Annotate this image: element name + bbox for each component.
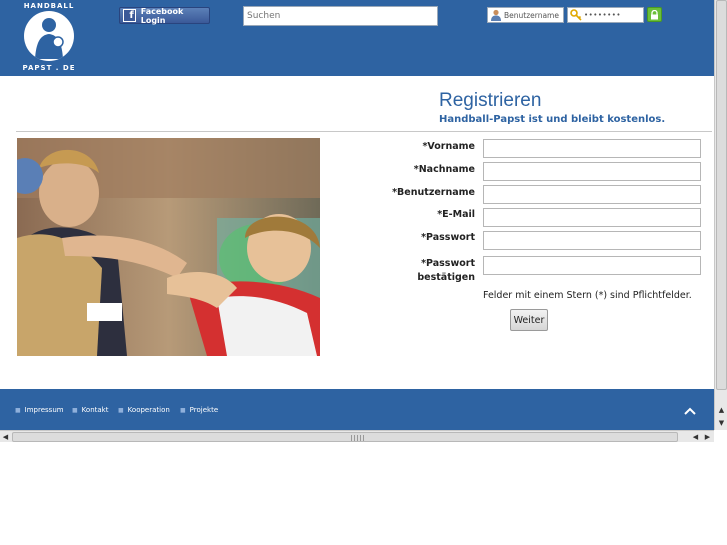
username-field[interactable]: Benutzername xyxy=(487,7,564,23)
site-logo[interactable]: HANDBALL PAPST . DE xyxy=(20,2,78,74)
login-submit-button[interactable] xyxy=(647,7,662,22)
site-footer: ■ Impressum ■ Kontakt ■ Kooperation ■ Pr… xyxy=(0,389,714,430)
scroll-left-arrow-icon[interactable]: ◀ xyxy=(690,431,701,442)
scroll-right-arrow-icon[interactable]: ▶ xyxy=(702,431,713,442)
footer-link-kontakt[interactable]: ■ Kontakt xyxy=(72,406,108,414)
search-input[interactable] xyxy=(243,6,438,26)
facebook-login-label: Facebook Login xyxy=(140,6,184,25)
nachname-label: *Nachname xyxy=(413,164,475,175)
username-placeholder: Benutzername xyxy=(504,10,559,20)
bullet-icon: ■ xyxy=(118,406,124,414)
passwort-bestaetigen-field[interactable] xyxy=(483,256,701,275)
scroll-down-arrow-icon[interactable]: ▼ xyxy=(716,417,727,428)
footer-link-impressum[interactable]: ■ Impressum xyxy=(15,406,64,414)
facebook-login-button[interactable]: f Facebook Login xyxy=(119,6,210,25)
bullet-icon: ■ xyxy=(180,406,186,414)
required-fields-note: Felder mit einem Stern (*) sind Pflichtf… xyxy=(483,290,692,301)
horizontal-scroll-thumb[interactable] xyxy=(12,432,678,442)
logo-top-text: HANDBALL xyxy=(23,2,75,10)
vertical-scrollbar[interactable]: ▲ ▼ xyxy=(714,0,727,430)
footer-link-label: Impressum xyxy=(24,406,64,414)
page: HANDBALL PAPST . DE f Facebook Login Ben… xyxy=(0,0,727,545)
bullet-icon: ■ xyxy=(72,406,78,414)
scroll-left-arrow-icon[interactable]: ◀ xyxy=(0,431,11,442)
vertical-scroll-thumb[interactable] xyxy=(716,0,727,390)
page-title: Registrieren xyxy=(439,90,542,111)
page-subtitle: Handball-Papst ist und bleibt kostenlos. xyxy=(439,114,666,125)
password-field[interactable]: •••••••• xyxy=(567,7,644,23)
scroll-grip-icon xyxy=(351,435,365,441)
email-field[interactable] xyxy=(483,208,701,227)
footer-link-projekte[interactable]: ■ Projekte xyxy=(180,406,218,414)
user-icon xyxy=(488,8,504,22)
chevron-up-icon[interactable] xyxy=(684,401,696,415)
handball-photo xyxy=(17,138,320,356)
benutzername-label: *Benutzername xyxy=(392,187,475,198)
logo-bottom-text: PAPST . DE xyxy=(22,64,76,72)
passwort-field[interactable] xyxy=(483,231,701,250)
benutzername-field[interactable] xyxy=(483,185,701,204)
weiter-button[interactable]: Weiter xyxy=(510,309,548,331)
footer-link-label: Kontakt xyxy=(81,406,109,414)
password-placeholder: •••••••• xyxy=(584,11,622,19)
footer-link-label: Kooperation xyxy=(127,406,170,414)
footer-link-label: Projekte xyxy=(189,406,219,414)
site-header: HANDBALL PAPST . DE f Facebook Login Ben… xyxy=(0,0,714,76)
logo-emblem-icon xyxy=(24,11,74,61)
lock-icon xyxy=(650,5,659,24)
passwort-bestaetigen-label: *Passwort bestätigen xyxy=(381,257,475,285)
key-icon xyxy=(568,8,584,22)
vorname-label: *Vorname xyxy=(422,141,475,152)
passwort-bestaetigen-label-line2: bestätigen xyxy=(417,272,475,283)
title-divider xyxy=(16,131,712,132)
facebook-icon: f xyxy=(123,9,136,22)
footer-link-kooperation[interactable]: ■ Kooperation xyxy=(118,406,170,414)
scroll-up-arrow-icon[interactable]: ▲ xyxy=(716,404,727,415)
horizontal-scrollbar[interactable]: ◀ ◀ ▶ xyxy=(0,430,714,442)
vorname-field[interactable] xyxy=(483,139,701,158)
email-label: *E-Mail xyxy=(437,209,475,220)
passwort-label: *Passwort xyxy=(421,232,475,243)
passwort-bestaetigen-label-line1: *Passwort xyxy=(421,258,475,269)
bullet-icon: ■ xyxy=(15,406,21,414)
nachname-field[interactable] xyxy=(483,162,701,181)
